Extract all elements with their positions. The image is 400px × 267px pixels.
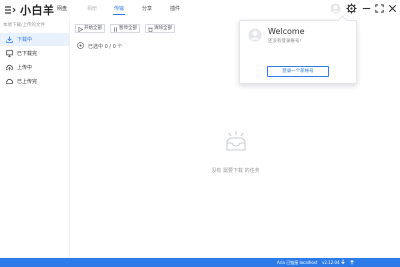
avatar-icon — [248, 28, 262, 42]
upload-icon — [6, 64, 13, 71]
upload-speed-icon — [350, 259, 354, 265]
tab-transfer[interactable]: 传输 — [112, 5, 126, 15]
pause-all-button[interactable]: 暂停全部 — [110, 24, 140, 33]
sidebar-item-uploaded[interactable]: 已上传完 — [0, 75, 69, 88]
sidebar-item-label: 已上传完 — [17, 79, 38, 85]
cloud-icon — [6, 78, 13, 85]
maximize-icon[interactable] — [374, 3, 385, 14]
clear-all-button[interactable]: 清除全部 — [145, 24, 175, 33]
sidebar-item-downloading[interactable]: 下载中 — [0, 33, 69, 46]
sidebar-item-label: 下载中 — [17, 37, 33, 43]
status-bar: Aria 已链接 localhost v2.12.04 — [0, 258, 400, 267]
login-button[interactable]: 登录一个新帐号 — [267, 66, 329, 77]
pause-icon — [114, 26, 117, 32]
welcome-title: Welcome — [268, 27, 305, 36]
gear-icon[interactable] — [346, 3, 357, 14]
sidebar-hint: 本地下载/上传的文件 — [3, 23, 46, 28]
pause-all-label: 暂停全部 — [119, 26, 137, 31]
sidebar: 本地下载/上传的文件 下载中 已下载完 上传中 已上传完 — [0, 20, 70, 258]
start-all-label: 开始全部 — [84, 26, 102, 31]
start-all-button[interactable]: 开始全部 — [75, 24, 105, 33]
menu-toggle-icon[interactable] — [4, 4, 16, 16]
minimize-icon[interactable] — [361, 3, 372, 14]
download-icon — [6, 36, 13, 43]
empty-tray-icon — [226, 131, 246, 151]
login-status-text: 还没有登录账号! — [268, 39, 302, 44]
monitor-icon — [6, 50, 13, 57]
close-icon[interactable] — [387, 3, 398, 14]
aria-status: Aria 已链接 localhost — [277, 260, 318, 265]
login-popover: Welcome 还没有登录账号! 登录一个新帐号 — [239, 15, 357, 84]
tab-album[interactable]: 相册 — [87, 5, 97, 12]
avatar-icon[interactable] — [330, 3, 341, 14]
app-title: 小白羊 — [20, 4, 55, 17]
sidebar-item-uploading[interactable]: 上传中 — [0, 61, 69, 74]
sidebar-item-label: 已下载完 — [17, 51, 38, 57]
sidebar-item-downloaded[interactable]: 已下载完 — [0, 47, 69, 60]
tab-drive[interactable]: 网盘 — [57, 5, 67, 12]
tab-plugins[interactable]: 插件 — [170, 5, 180, 12]
sidebar-item-label: 上传中 — [17, 65, 33, 71]
select-all-checkbox[interactable] — [77, 42, 84, 49]
selection-count: 已选中 0 / 0 个 — [88, 44, 123, 50]
version-label: v2.12.04 — [322, 260, 340, 265]
trash-icon — [148, 27, 153, 32]
tab-share[interactable]: 分享 — [142, 5, 152, 12]
clear-all-label: 清除全部 — [154, 26, 172, 31]
download-speed-icon — [341, 259, 345, 265]
empty-state-text: 没有 需要下载 的任务 — [211, 168, 260, 174]
play-icon — [78, 26, 83, 32]
